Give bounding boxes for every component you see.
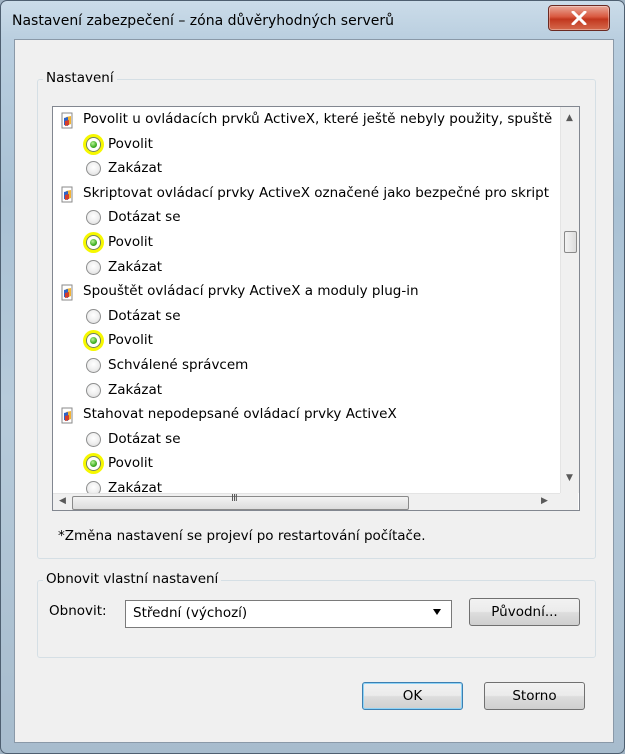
vertical-scrollbar[interactable]: ▲ ▼ [560, 107, 579, 493]
title-bar[interactable]: Nastavení zabezpečení – zóna důvěryhodný… [1, 1, 624, 39]
security-setting-icon [61, 112, 73, 129]
setting-category-label: Povolit u ovládacích prvků ActiveX, kter… [83, 111, 553, 127]
security-setting-icon [61, 284, 73, 301]
ok-button[interactable]: OK [362, 682, 463, 710]
reset-button[interactable]: Původní... [469, 598, 580, 626]
setting-option[interactable]: Zakázat [53, 158, 560, 182]
setting-option-label: Povolit [108, 332, 153, 349]
setting-category-label: Spouštět ovládací prvky ActiveX a moduly… [83, 283, 419, 300]
radio-unselected[interactable] [86, 210, 101, 226]
setting-option[interactable]: Povolit [53, 134, 560, 158]
setting-category: Stahovat nepodepsané ovládací prvky Acti… [53, 404, 560, 428]
close-button[interactable] [548, 5, 610, 31]
scroll-down-arrow-icon[interactable]: ▼ [566, 473, 573, 483]
setting-category-label: Stahovat nepodepsané ovládací prvky Acti… [83, 406, 397, 423]
security-setting-icon [61, 407, 73, 424]
setting-option[interactable]: Zakázat [53, 257, 560, 281]
restart-note: *Změna nastavení se projeví po restartov… [58, 528, 426, 544]
dropdown-arrow-icon [433, 609, 441, 615]
close-icon [571, 11, 587, 25]
setting-option[interactable]: Povolit [53, 232, 560, 256]
scroll-grip: III [231, 493, 238, 504]
scroll-right-arrow-icon[interactable]: ▶ [541, 496, 548, 506]
window-title: Nastavení zabezpečení – zóna důvěryhodný… [12, 13, 394, 29]
settings-group-label: Nastavení [43, 70, 117, 86]
setting-category: Spouštět ovládací prvky ActiveX a moduly… [53, 281, 560, 305]
setting-option-label: Zakázat [108, 160, 163, 177]
vertical-scroll-thumb[interactable] [564, 231, 577, 253]
scrollbar-corner [560, 493, 578, 510]
setting-option-label: Zakázat [108, 258, 163, 275]
cancel-button[interactable]: Storno [484, 682, 585, 710]
setting-option-label: Zakázat [108, 381, 163, 398]
reset-level-value: Střední (výchozí) [133, 605, 248, 621]
scroll-up-arrow-icon[interactable]: ▲ [566, 113, 573, 123]
setting-category: Skriptovat ovládací prvky ActiveX označe… [53, 183, 560, 207]
settings-list[interactable]: Povolit u ovládacích prvků ActiveX, kter… [52, 106, 580, 511]
reset-label: Obnovit: [49, 603, 107, 619]
radio-selected[interactable] [86, 136, 101, 152]
setting-option[interactable]: Dotázat se [53, 306, 560, 330]
radio-selected[interactable] [86, 333, 101, 349]
setting-option-label: Dotázat se [108, 307, 181, 324]
security-setting-icon [61, 186, 73, 203]
radio-selected[interactable] [86, 456, 101, 472]
horizontal-scrollbar[interactable]: ◀ III ▶ [53, 493, 560, 510]
reset-level-select[interactable]: Střední (výchozí) [125, 600, 452, 628]
radio-unselected[interactable] [86, 308, 101, 324]
setting-option[interactable]: Dotázat se [53, 207, 560, 231]
setting-option[interactable]: Zakázat [53, 380, 560, 404]
radio-selected[interactable] [86, 235, 101, 250]
setting-option[interactable]: Povolit [53, 330, 560, 354]
setting-option[interactable]: Povolit [53, 453, 560, 477]
radio-unselected[interactable] [86, 431, 101, 447]
setting-category: Povolit u ovládacích prvků ActiveX, kter… [53, 109, 560, 133]
setting-option-label: Schválené správcem [108, 357, 249, 373]
setting-option-label: Povolit [108, 135, 153, 152]
horizontal-scroll-thumb[interactable]: III [72, 493, 409, 510]
radio-unselected[interactable] [86, 161, 101, 177]
setting-option[interactable]: Dotázat se [53, 429, 560, 453]
setting-option-label: Povolit [108, 234, 153, 250]
scroll-left-arrow-icon[interactable]: ◀ [59, 496, 66, 506]
setting-option-label: Dotázat se [108, 430, 181, 447]
reset-group-label: Obnovit vlastní nastavení [43, 571, 222, 587]
radio-unselected[interactable] [86, 382, 101, 398]
setting-option-label: Dotázat se [108, 209, 181, 226]
setting-option[interactable]: Schválené správcem [53, 355, 560, 379]
setting-option-label: Povolit [108, 455, 153, 472]
setting-category-label: Skriptovat ovládací prvky ActiveX označe… [83, 184, 550, 201]
radio-unselected[interactable] [86, 358, 101, 373]
radio-unselected[interactable] [86, 259, 101, 275]
